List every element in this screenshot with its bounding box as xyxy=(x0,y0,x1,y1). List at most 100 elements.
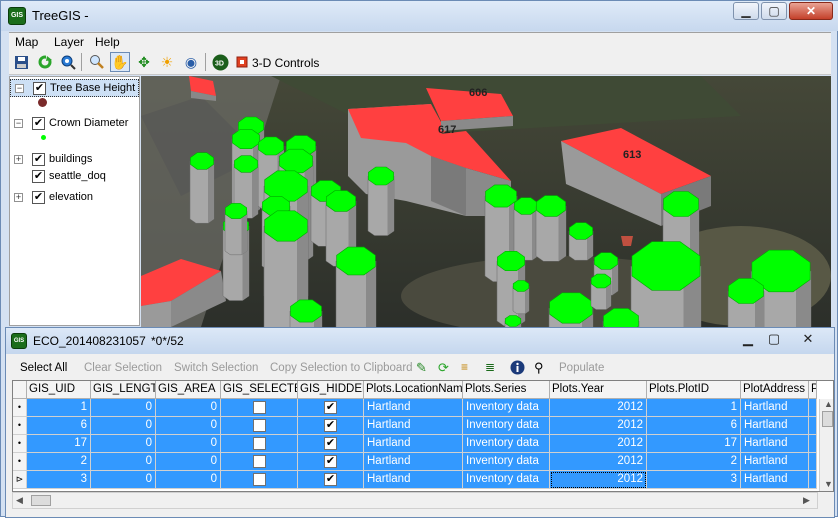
layer-checkbox[interactable]: ✔ xyxy=(32,170,45,183)
table-cell[interactable]: 2 xyxy=(647,453,741,471)
binoculars-icon[interactable]: ⚲ xyxy=(534,360,544,376)
map-3d-view[interactable]: 606 617 613 xyxy=(141,76,831,327)
pan-hand-icon[interactable]: ✋ xyxy=(110,52,130,72)
column-header[interactable]: GIS_LENGTH xyxy=(91,381,156,399)
flash-icon[interactable]: ✎ xyxy=(416,360,427,376)
layer-tree-base-height[interactable]: − ✔ Tree Base Height xyxy=(10,79,139,97)
table-cell[interactable]: 2012 xyxy=(550,453,647,471)
table-cell[interactable]: Hartland xyxy=(364,453,463,471)
table-cell[interactable]: 17 xyxy=(647,435,741,453)
zoom-icon[interactable] xyxy=(87,52,107,72)
cell-checkbox[interactable] xyxy=(253,455,266,468)
table-cell[interactable]: 0 xyxy=(91,471,156,489)
clear-selection-button[interactable]: Clear Selection xyxy=(84,362,162,374)
column-header[interactable]: GIS_HIDDEN xyxy=(298,381,364,399)
cell-checkbox[interactable]: ✔ xyxy=(324,437,337,450)
sun-light-icon[interactable]: ☀ xyxy=(157,52,177,72)
cell-checkbox[interactable] xyxy=(253,401,266,414)
table-cell[interactable]: 0 xyxy=(91,453,156,471)
gis-selected-cell[interactable] xyxy=(221,453,298,471)
table-cell[interactable]: 2012 xyxy=(550,399,647,417)
column-header[interactable]: GIS_UID xyxy=(27,381,91,399)
menu-layer[interactable]: Layer xyxy=(54,35,84,49)
column-header[interactable]: Plots.Year xyxy=(550,381,647,399)
layer-checkbox[interactable]: ✔ xyxy=(32,117,45,130)
vertical-scrollbar[interactable]: ▲ ▼ xyxy=(819,399,833,491)
cell-checkbox[interactable]: ✔ xyxy=(324,401,337,414)
gis-selected-cell[interactable] xyxy=(221,417,298,435)
cell-checkbox[interactable]: ✔ xyxy=(324,473,337,486)
column-header[interactable]: Plots.PlotID xyxy=(647,381,741,399)
collapse-toggle[interactable]: − xyxy=(15,84,24,93)
table-cell[interactable]: 0 xyxy=(91,399,156,417)
table-cell[interactable]: 2 xyxy=(27,453,91,471)
scroll-down-icon[interactable]: ▼ xyxy=(824,479,833,489)
column-header[interactable]: PlotAddress xyxy=(741,381,809,399)
table-cell[interactable]: 17 xyxy=(27,435,91,453)
table-cell[interactable]: Hartland xyxy=(741,435,809,453)
gis-selected-cell[interactable] xyxy=(221,399,298,417)
table-cell[interactable]: Inventory data xyxy=(463,453,550,471)
table-cell[interactable]: 3 xyxy=(27,471,91,489)
table-cell[interactable]: 1 xyxy=(27,399,91,417)
scroll-up-icon[interactable]: ▲ xyxy=(824,399,833,409)
table-cell[interactable]: 0 xyxy=(91,435,156,453)
cell-checkbox[interactable] xyxy=(253,473,266,486)
layer-buildings[interactable]: + ✔ buildings xyxy=(10,151,139,169)
table-cell[interactable]: 2012 xyxy=(550,417,647,435)
scroll-thumb[interactable] xyxy=(822,411,833,427)
table-cell[interactable]: 3 xyxy=(647,471,741,489)
table-cell[interactable] xyxy=(809,417,817,435)
save-icon[interactable] xyxy=(11,52,31,72)
maximize-button[interactable]: ▢ xyxy=(762,331,786,349)
row-header[interactable]: ⊳ xyxy=(13,471,27,489)
cell-checkbox[interactable] xyxy=(253,437,266,450)
column-header[interactable]: GIS_SELECTED xyxy=(221,381,298,399)
select-all-button[interactable]: Select All xyxy=(20,362,67,374)
3d-controls-label[interactable]: 3-D Controls xyxy=(252,56,319,70)
table-cell[interactable] xyxy=(809,471,817,489)
table-cell[interactable]: 1 xyxy=(647,399,741,417)
gis-hidden-cell[interactable]: ✔ xyxy=(298,417,364,435)
layer-checkbox[interactable]: ✔ xyxy=(32,153,45,166)
eye-view-icon[interactable]: ◉ xyxy=(181,52,201,72)
table-cell[interactable]: Hartland xyxy=(741,453,809,471)
table-cell[interactable]: Inventory data xyxy=(463,435,550,453)
table-cell[interactable] xyxy=(809,399,817,417)
table-cell[interactable]: 0 xyxy=(156,399,221,417)
row-header[interactable]: • xyxy=(13,453,27,471)
sort-ascending-icon[interactable]: ≡ xyxy=(461,360,468,374)
controls-icon[interactable] xyxy=(235,52,249,72)
info-icon[interactable] xyxy=(510,360,525,378)
table-cell[interactable]: 6 xyxy=(27,417,91,435)
table-cell[interactable]: Hartland xyxy=(364,435,463,453)
row-header[interactable]: • xyxy=(13,399,27,417)
maximize-button[interactable]: ▢ xyxy=(761,2,787,20)
gis-selected-cell[interactable] xyxy=(221,435,298,453)
table-cell[interactable]: Inventory data xyxy=(463,417,550,435)
gis-hidden-cell[interactable]: ✔ xyxy=(298,435,364,453)
cell-checkbox[interactable] xyxy=(253,419,266,432)
expand-toggle[interactable]: + xyxy=(14,155,23,164)
table-cell[interactable] xyxy=(809,435,817,453)
horizontal-scrollbar[interactable]: ◀ ▶ xyxy=(12,492,818,509)
table-cell[interactable]: 2012 xyxy=(550,435,647,453)
scroll-right-icon[interactable]: ▶ xyxy=(803,495,810,506)
layer-checkbox[interactable]: ✔ xyxy=(33,82,46,95)
column-header[interactable]: Plots.LocationName xyxy=(364,381,463,399)
table-cell[interactable]: Hartland xyxy=(741,417,809,435)
gis-selected-cell[interactable] xyxy=(221,471,298,489)
zoom-extent-icon[interactable] xyxy=(58,52,78,72)
layer-checkbox[interactable]: ✔ xyxy=(32,191,45,204)
scroll-left-icon[interactable]: ◀ xyxy=(16,495,23,506)
table-cell[interactable]: Hartland xyxy=(741,471,809,489)
table-cell[interactable]: 0 xyxy=(156,471,221,489)
populate-button[interactable]: Populate xyxy=(559,362,604,374)
table-cell[interactable]: 2012 xyxy=(550,471,647,489)
table-cell[interactable]: 0 xyxy=(156,435,221,453)
layer-elevation[interactable]: + ✔ elevation xyxy=(10,189,139,207)
table-cell[interactable]: Hartland xyxy=(364,399,463,417)
table-cell[interactable]: 0 xyxy=(156,417,221,435)
scroll-thumb[interactable] xyxy=(31,495,51,506)
refresh-icon[interactable]: ⟳ xyxy=(438,360,449,376)
